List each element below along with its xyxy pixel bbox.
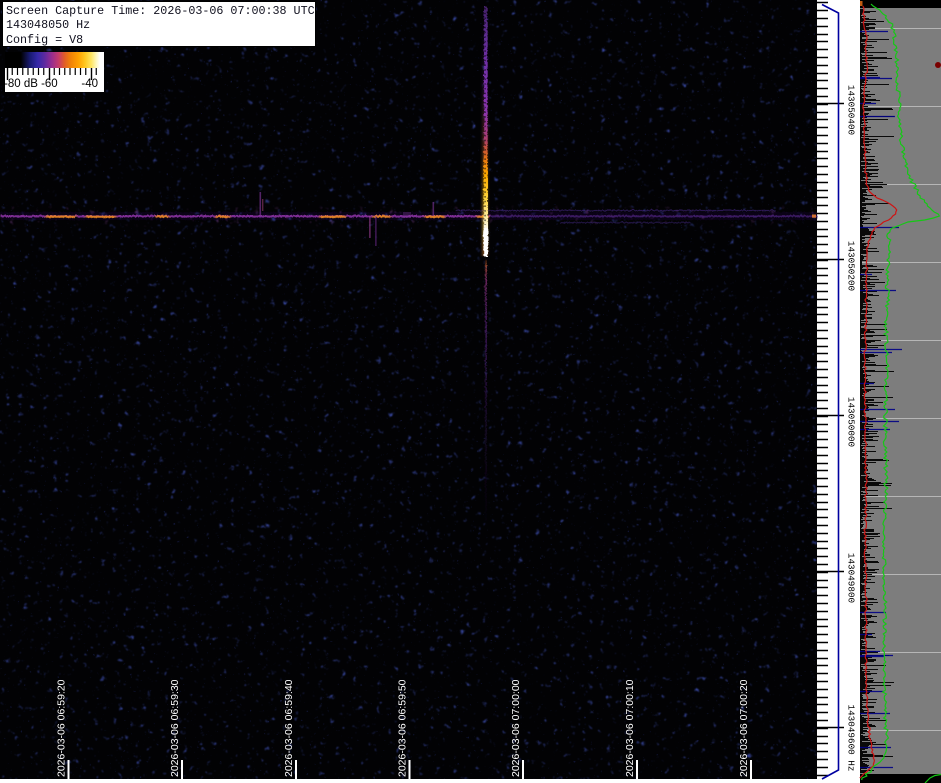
svg-text:143050000: 143050000 [846,397,857,447]
svg-text:143050200: 143050200 [846,241,857,291]
svg-text:2026-03-06 06:59:50: 2026-03-06 06:59:50 [397,679,409,777]
svg-text:2026-03-06 07:00:10: 2026-03-06 07:00:10 [624,679,636,777]
svg-text:2026-03-06 06:59:20: 2026-03-06 06:59:20 [56,679,68,777]
svg-text:2026-03-06 06:59:40: 2026-03-06 06:59:40 [283,679,295,777]
svg-text:2026-03-06 07:00:00: 2026-03-06 07:00:00 [510,679,522,777]
svg-text:143049600 Hz: 143049600 Hz [846,705,857,772]
svg-text:143050400: 143050400 [846,85,857,135]
svg-text:2026-03-06 07:00:20: 2026-03-06 07:00:20 [738,679,750,777]
svg-text:2026-03-06 06:59:30: 2026-03-06 06:59:30 [169,679,181,777]
svg-text:143049800: 143049800 [846,553,857,603]
